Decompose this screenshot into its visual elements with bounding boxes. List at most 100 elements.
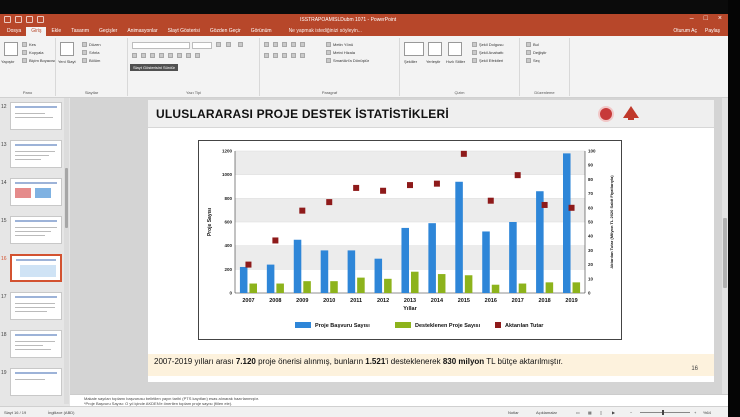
y2-tick-label: 60 [588,205,594,210]
align-text-button[interactable]: Metni Hizala [326,50,355,55]
cut-button[interactable]: Kes [22,42,36,47]
select-button[interactable]: Seç [526,58,540,63]
section-button[interactable]: Bölüm [82,58,100,63]
tab-view[interactable]: Görünüm [246,27,277,36]
increase-indent-icon[interactable] [291,42,296,47]
window-title: ISSTRAPOAMISLDubm 1071 - PowerPoint [300,17,397,23]
reading-view-icon[interactable]: ▯ [600,410,602,415]
slide-thumbnail-17[interactable] [10,292,62,320]
font-color-icon[interactable] [195,53,200,58]
font-name-combo[interactable] [132,42,190,49]
tab-design[interactable]: Tasarım [66,27,94,36]
spacing-icon[interactable] [177,53,182,58]
save-icon[interactable] [4,16,11,23]
paste-button[interactable]: Yapıştır [1,59,15,64]
tell-me-search[interactable]: Ne yapmak istediğinizi söyleyin... [277,27,367,36]
scrollbar-thumb[interactable] [723,218,727,288]
tab-animations[interactable]: Animasyonlar [122,27,162,36]
strikethrough-icon[interactable] [168,53,173,58]
arrange-button[interactable]: Yerleştir [426,59,440,64]
reset-icon [82,50,87,55]
copy-button[interactable]: Kopyala [22,50,43,55]
comments-toggle[interactable]: Açıklamalar [536,410,557,415]
text-direction-button[interactable]: Metin Yönü [326,42,353,47]
close-icon[interactable]: × [718,15,722,22]
arrange-icon[interactable] [428,42,442,56]
shape-fill-button[interactable]: Şekil Dolgusu [472,42,503,47]
shape-outline-button[interactable]: Şekil Anahattı [472,50,503,55]
justify-icon[interactable] [291,53,296,58]
columns-icon[interactable] [300,53,305,58]
undo-icon[interactable] [15,16,22,23]
shape-effects-button[interactable]: Şekil Efektleri [472,58,503,63]
tab-file[interactable]: Dosya [2,27,26,36]
case-icon[interactable] [186,53,191,58]
scrollbar-thumb[interactable] [65,168,68,228]
bold-icon[interactable] [132,53,137,58]
numbering-icon[interactable] [273,42,278,47]
quick-styles-button[interactable]: Hızlı Stiller [446,59,465,64]
slide-editor: ULUSLARARASI PROJE DESTEK İSTATİSTİKLERİ… [70,98,728,394]
language-indicator[interactable]: İngilizce (ABD) [48,410,74,415]
slide-thumbnail-12[interactable] [10,102,62,130]
statistics-chart[interactable]: 0 200 400 600 800 1000 1200 0 10 20 30 40 50 60 70 80 90… [198,140,622,340]
underline-icon[interactable] [150,53,155,58]
slide-thumbnail-13[interactable] [10,140,62,168]
slide-sorter-icon[interactable]: ▦ [588,410,592,415]
tab-transitions[interactable]: Geçişler [94,27,122,36]
slideshow-icon[interactable]: ▶ [612,410,615,415]
share-button[interactable]: Paylaş [705,28,720,34]
tab-insert[interactable]: Ekle [46,27,66,36]
zoom-level[interactable]: %64 [703,410,711,415]
layout-button[interactable]: Düzen [82,42,101,47]
align-center-icon[interactable] [273,53,278,58]
smartart-button[interactable]: SmartArt'a Dönüştür [326,58,369,63]
zoom-slider[interactable] [640,412,690,413]
current-slide[interactable]: ULUSLARARASI PROJE DESTEK İSTATİSTİKLERİ… [148,100,714,382]
zoom-in-icon[interactable]: + [694,410,696,415]
new-slide-button[interactable]: Yeni Slayt [58,59,80,64]
shadow-icon[interactable] [159,53,164,58]
slide-thumbnail-14[interactable] [10,178,62,206]
tab-slide-show[interactable]: Slayt Gösterisi [163,27,205,36]
summary-caption[interactable]: 2007-2019 yılları arası 7.120 proje öner… [148,354,714,376]
quick-styles-icon[interactable] [448,42,462,56]
shrink-font-button[interactable] [226,42,231,47]
zoom-out-icon[interactable]: − [630,410,632,415]
slide-thumbnail-15[interactable] [10,216,62,244]
thumbnail-scrollbar[interactable] [64,98,69,404]
notes-toggle[interactable]: Notlar [508,410,519,415]
notes-pane[interactable]: Makale sayıları toplamı başvurusu belirt… [70,394,728,406]
new-slide-icon[interactable] [60,42,74,56]
format-painter-button[interactable]: Biçim Boyacısı [22,58,55,63]
normal-view-icon[interactable]: ▭ [576,410,580,415]
shapes-gallery[interactable] [404,42,424,56]
reset-button[interactable]: Sıfırla [82,50,99,55]
slide-title[interactable]: ULUSLARARASI PROJE DESTEK İSTATİSTİKLERİ [156,107,449,121]
tab-home[interactable]: Giriş [26,27,47,36]
sign-in-link[interactable]: Oturum Aç [673,28,697,34]
clear-format-button[interactable] [238,42,243,47]
align-left-icon[interactable] [264,53,269,58]
slide-thumbnail-18[interactable] [10,330,62,358]
maximize-icon[interactable]: □ [704,15,708,22]
slide-thumbnail-19[interactable] [10,368,62,396]
tab-review[interactable]: Gözden Geçir [205,27,246,36]
shapes-button[interactable]: Şekiller [404,59,417,64]
grow-font-button[interactable] [216,42,221,47]
replace-button[interactable]: Değiştir [526,50,547,55]
minimize-icon[interactable]: – [690,15,694,22]
line-spacing-icon[interactable] [300,42,305,47]
bullets-icon[interactable] [264,42,269,47]
paste-icon[interactable] [4,42,18,56]
slide-thumbnail-16[interactable] [10,254,62,282]
font-size-combo[interactable] [192,42,212,49]
redo-icon[interactable] [26,16,33,23]
present-icon[interactable] [37,16,44,23]
zoom-slider-thumb[interactable] [662,410,664,415]
bar-applications [455,181,463,293]
italic-icon[interactable] [141,53,146,58]
decrease-indent-icon[interactable] [282,42,287,47]
align-right-icon[interactable] [282,53,287,58]
find-button[interactable]: Bul [526,42,539,47]
